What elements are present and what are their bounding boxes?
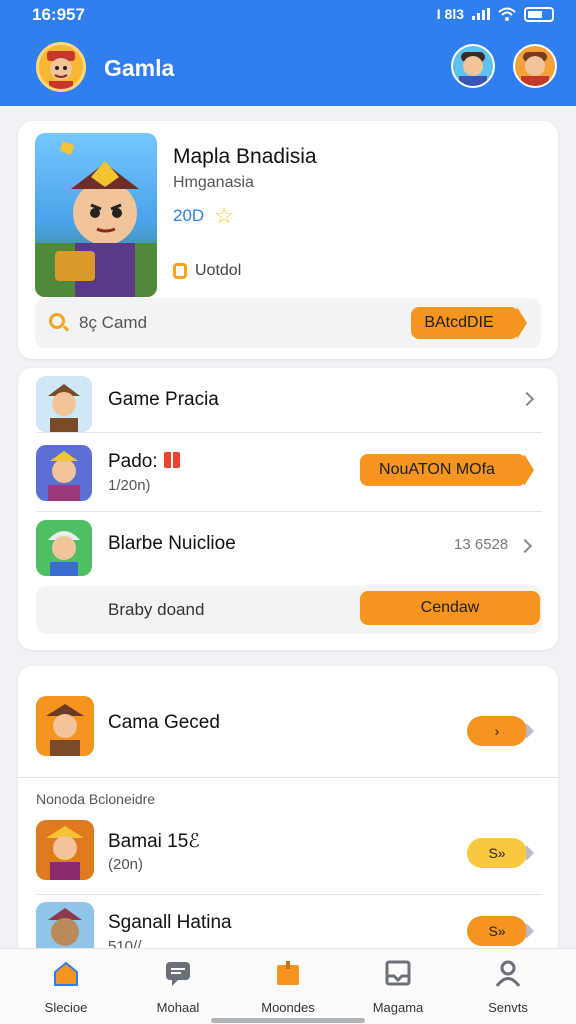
gift-icon [163,452,180,468]
footer-action-button[interactable]: Cendaw [360,591,540,625]
footer-action-label: Cendaw [420,599,480,616]
list-item-text: Pado: [108,451,158,472]
section-label: Nonoda Bcloneidre [36,791,156,807]
list-item[interactable]: Pado: 1/20n) NouATON MOfa [18,433,558,511]
play-label: S» [488,923,506,939]
game-thumb [36,445,92,501]
list-footer-label: Braby doand [108,600,205,619]
signal-icon [472,8,490,20]
status-bar: 16:957 I 8l3 [0,0,576,30]
nav-item-profile[interactable]: Senvts [460,959,556,1015]
top-bar: 16:957 I 8l3 Gamla [0,0,576,106]
list-item-value: 13 6528 [454,536,509,553]
box-icon [277,961,299,985]
list-item[interactable]: Blarbe Nuiclioe 13 6528 [18,512,558,584]
nav-label: Moondes [261,1000,315,1015]
nav-item-messages[interactable]: Mohaal [130,959,226,1015]
list-item-sub: (20n) [108,856,144,873]
tag-icon [173,263,187,279]
wifi-icon [498,7,516,21]
play-button[interactable]: S» [467,916,534,946]
home-indicator [211,1018,365,1023]
featured-meta: Uotdol [173,262,241,280]
list-footer: Braby doand Cendaw [36,586,542,634]
divider [36,894,542,895]
game-thumb [36,820,94,880]
user-icon [495,960,521,987]
app-header: Gamla [0,38,576,98]
avatar[interactable] [451,44,495,88]
nav-item-home[interactable]: Slecioe [18,959,114,1015]
play-button[interactable]: S» [467,838,534,868]
chevron-right-icon [517,538,533,554]
star-icon: ☆ [214,203,234,228]
list-item-label: Blarbe Nuiclioe [108,533,236,554]
tray-icon [385,960,411,986]
list-action-button[interactable]: NouATON MOfa [360,454,534,486]
divider [18,777,558,778]
status-icons: I 8l3 [437,6,554,22]
list-item[interactable]: Game Pracia [18,368,558,432]
featured-title: Mapla Bnadisia [173,145,317,168]
status-time: 16:957 [32,5,85,24]
featured-card[interactable]: Mapla Bnadisia Hmganasia 20D ☆ Uotdol 8ç… [18,121,558,359]
featured-game-image [35,133,157,297]
rating-value: 20D [173,206,205,225]
app-title: Gamla [104,55,175,81]
list-item-sub: 1/20n) [108,477,151,494]
nav-item-library[interactable]: Magama [350,959,446,1015]
list-item[interactable]: Cama Geced › [18,686,558,778]
chevron-right-icon: › [494,723,500,739]
list-item[interactable]: Bamai 15ℰ (20n) S» [18,816,558,892]
avatar[interactable] [513,44,557,88]
list-item-label: Cama Geced [108,712,220,733]
list-item-label: Bamai 15ℰ [108,831,200,852]
bottom-navigation: Slecioe Mohaal Moondes Magama Senvts [0,948,576,1024]
featured-action-label: BAtcdDIE [424,314,494,331]
list-item-label: Sganall Hatina [108,912,232,933]
game-thumb [36,696,94,756]
section-card: Cama Geced › Nonoda Bcloneidre Bamai 15ℰ… [18,666,558,956]
game-thumb [36,376,92,432]
game-list-card: Game Pracia Pado: 1/20n) NouATON MOfa Bl… [18,368,558,650]
search-icon [49,313,65,329]
list-item-label: Game Pracia [108,389,219,410]
chat-icon [166,962,190,986]
nav-item-games[interactable]: Moondes [240,959,336,1015]
search-label[interactable]: 8ç Camd [79,313,147,333]
network-text: I 8l3 [436,6,464,22]
nav-label: Slecioe [44,1000,88,1015]
nav-label: Senvts [488,1000,528,1015]
featured-action-bar: 8ç Camd BAtcdDIE [35,298,541,348]
open-button[interactable]: › [467,716,534,746]
list-action-label: NouATON MOfa [379,461,495,478]
battery-icon [524,6,554,22]
featured-subtitle: Hmganasia [173,174,254,191]
featured-action-button[interactable]: BAtcdDIE [411,307,527,339]
meta-label: Uotdol [195,262,242,279]
nav-label: Magama [372,1000,424,1015]
home-icon [54,961,78,986]
play-label: S» [488,845,506,861]
game-thumb [36,520,92,576]
list-item-label: Pado: [108,451,180,473]
nav-label: Mohaal [156,1000,200,1015]
featured-rating: 20D ☆ [173,205,234,227]
app-logo-icon[interactable] [36,42,86,92]
chevron-right-icon [519,391,535,407]
